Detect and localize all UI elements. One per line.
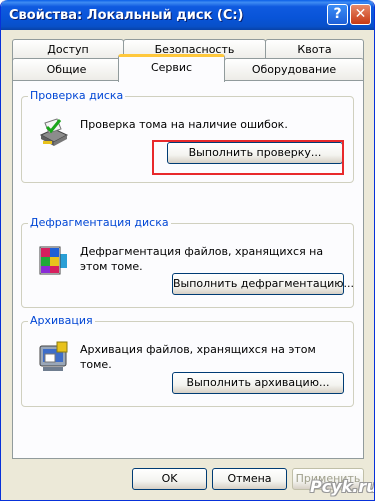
close-button[interactable]: ✕ bbox=[350, 4, 371, 25]
ok-button[interactable]: OK bbox=[132, 468, 207, 490]
highlight-annotation bbox=[152, 140, 344, 175]
tab-label: Оборудование bbox=[251, 63, 337, 76]
run-backup-button[interactable]: Выполнить архивацию... bbox=[172, 372, 344, 394]
title-bar[interactable]: Свойства: Локальный диск (C:) ? ✕ bbox=[1, 0, 374, 30]
help-button[interactable]: ? bbox=[327, 4, 348, 25]
tab-label: Сервис bbox=[150, 61, 193, 74]
tab-hardware[interactable]: Оборудование bbox=[224, 58, 364, 81]
group-description: Архивация файлов, хранящихся на этом том… bbox=[80, 343, 316, 371]
backup-icon bbox=[39, 341, 68, 371]
tab-label: Доступ bbox=[47, 43, 89, 56]
tab-general[interactable]: Общие bbox=[12, 58, 121, 81]
cancel-button[interactable]: Отмена bbox=[212, 468, 287, 490]
tab-service[interactable]: Сервис bbox=[118, 54, 225, 82]
tab-label: Общие bbox=[46, 63, 87, 76]
disk-check-icon bbox=[39, 118, 69, 146]
group-backup: Архивация Архивация файлов, хранящихся н… bbox=[21, 314, 354, 407]
group-description: Дефрагментация файлов, хранящихся на это… bbox=[80, 245, 324, 273]
properties-window: Свойства: Локальный диск (C:) ? ✕ Доступ… bbox=[0, 0, 375, 501]
group-description: Проверка тома на наличие ошибок. bbox=[80, 118, 288, 131]
group-title: Проверка диска bbox=[28, 89, 126, 102]
group-title: Архивация bbox=[28, 314, 95, 327]
tab-label: Квота bbox=[297, 43, 332, 56]
watermark: Pcyk.ru bbox=[310, 477, 375, 496]
group-defragmentation: Дефрагментация диска Дефрагментация файл… bbox=[21, 216, 354, 308]
window-title: Свойства: Локальный диск (C:) bbox=[9, 8, 244, 23]
tab-panel-service: Проверка диска Проверка тома на наличие … bbox=[12, 80, 364, 459]
defrag-icon bbox=[39, 246, 67, 275]
group-title: Дефрагментация диска bbox=[28, 216, 171, 229]
dialog-body: Доступ Безопасность Квота Общие Сервис О… bbox=[4, 30, 374, 498]
run-defrag-button[interactable]: Выполнить дефрагментацию... bbox=[172, 273, 354, 295]
